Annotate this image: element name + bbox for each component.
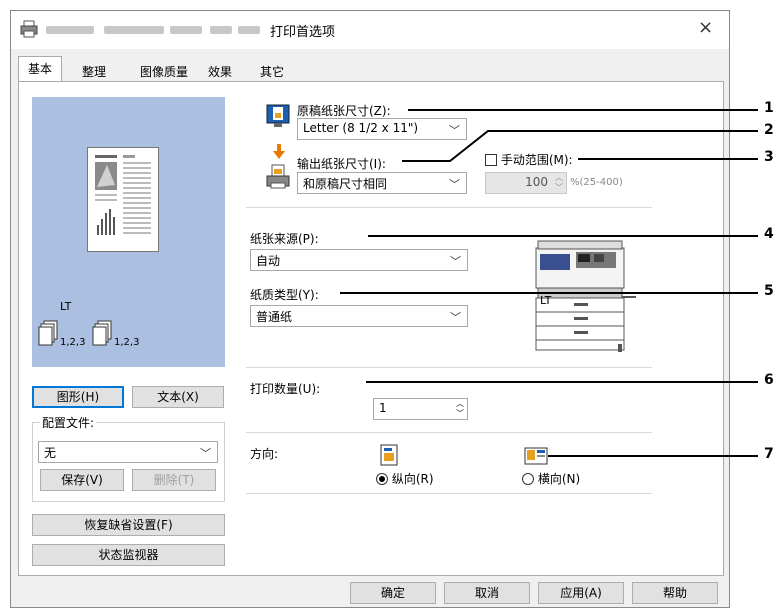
paper-type-value: 普通纸 bbox=[256, 310, 293, 324]
landscape-option[interactable]: 横向(N) bbox=[522, 470, 580, 487]
paper-source-value: 自动 bbox=[256, 254, 281, 268]
paper-source-select[interactable]: 自动 ﹀ bbox=[250, 249, 468, 271]
preview-paper-code: LT bbox=[60, 300, 72, 313]
landscape-radio[interactable] bbox=[522, 473, 534, 485]
portrait-label: 纵向(R) bbox=[391, 472, 434, 486]
callout-line-1 bbox=[408, 109, 758, 111]
tab-others[interactable]: 其它 bbox=[252, 60, 292, 82]
orientation-label: 方向: bbox=[250, 447, 279, 461]
tab-finishing[interactable]: 整理 bbox=[74, 60, 114, 82]
original-size-label: 原稿纸张尺寸(Z): bbox=[297, 104, 391, 118]
callout-number-4: 4 bbox=[764, 226, 774, 242]
separator bbox=[246, 207, 652, 208]
callout-number-5: 5 bbox=[764, 283, 774, 299]
callout-line-6 bbox=[366, 381, 758, 383]
paper-source-label: 纸张来源(P): bbox=[250, 232, 319, 246]
landscape-page-icon bbox=[524, 447, 548, 465]
profile-value: 无 bbox=[44, 446, 57, 460]
tab-basic[interactable]: 基本 bbox=[18, 56, 62, 82]
status-monitor-button[interactable]: 状态监视器 bbox=[32, 544, 225, 566]
chevron-down-icon: ﹀ bbox=[200, 447, 211, 460]
callout-number-7: 7 bbox=[764, 446, 774, 462]
apply-button[interactable]: 应用(A) bbox=[538, 582, 624, 604]
callout-line-3 bbox=[578, 158, 758, 160]
portrait-radio[interactable] bbox=[376, 473, 388, 485]
collate-stack-icon bbox=[92, 320, 112, 346]
save-profile-button[interactable]: 保存(V) bbox=[40, 469, 124, 491]
copies-value: 1 bbox=[379, 401, 387, 415]
redacted-printer-name bbox=[104, 26, 164, 34]
chevron-down-icon: ﹀ bbox=[450, 311, 461, 324]
down-arrow-icon bbox=[273, 144, 285, 159]
delete-profile-button[interactable]: 删除(T) bbox=[132, 469, 216, 491]
portrait-page-icon bbox=[380, 444, 398, 466]
printer-icon bbox=[20, 20, 38, 38]
redacted-printer-name bbox=[210, 26, 232, 34]
cancel-button[interactable]: 取消 bbox=[444, 582, 530, 604]
callout-number-6: 6 bbox=[764, 372, 774, 388]
spinner-arrows-icon[interactable]: ︿ ﹀ bbox=[456, 399, 464, 419]
callout-line-5 bbox=[340, 292, 758, 294]
chevron-down-icon: ﹀ bbox=[449, 178, 460, 191]
collate-stack-icon bbox=[38, 320, 58, 346]
portrait-option[interactable]: 纵向(R) bbox=[376, 470, 434, 487]
callout-line-4 bbox=[368, 235, 758, 237]
chevron-down-icon: ﹀ bbox=[450, 255, 461, 268]
profile-select[interactable]: 无 ﹀ bbox=[38, 441, 218, 463]
tab-image-quality[interactable]: 图像质量 bbox=[130, 60, 198, 82]
output-printer-icon bbox=[266, 164, 290, 189]
window-title: 打印首选项 bbox=[270, 25, 336, 40]
graphic-view-button[interactable]: 图形(H) bbox=[32, 386, 124, 408]
collate-label-1: 1,2,3 bbox=[60, 337, 86, 348]
separator bbox=[246, 493, 652, 494]
paper-type-select[interactable]: 普通纸 ﹀ bbox=[250, 305, 468, 327]
ok-button[interactable]: 确定 bbox=[350, 582, 436, 604]
landscape-label: 横向(N) bbox=[537, 472, 581, 486]
paper-type-label: 纸质类型(Y): bbox=[250, 288, 319, 302]
close-button[interactable]: × bbox=[698, 17, 713, 38]
tab-effect[interactable]: 效果 bbox=[200, 60, 240, 82]
zoom-input[interactable]: 100 ︿ ﹀ bbox=[485, 172, 567, 194]
redacted-printer-name bbox=[170, 26, 202, 34]
callout-number-3: 3 bbox=[764, 149, 774, 165]
callout-number-1: 1 bbox=[764, 100, 774, 116]
original-size-icon bbox=[266, 104, 290, 127]
profile-label: 配置文件: bbox=[40, 414, 97, 431]
spinner-arrows-icon[interactable]: ︿ ﹀ bbox=[555, 173, 563, 193]
redacted-printer-name bbox=[238, 26, 260, 34]
zoom-range-label: %(25-400) bbox=[570, 177, 623, 188]
copies-input[interactable]: 1 ︿ ﹀ bbox=[373, 398, 468, 420]
callout-line-7 bbox=[548, 455, 758, 457]
copies-label: 打印数量(U): bbox=[250, 382, 321, 396]
output-size-select[interactable]: 和原稿尺寸相同 ﹀ bbox=[297, 172, 467, 194]
output-size-value: 和原稿尺寸相同 bbox=[303, 177, 388, 191]
redacted-printer-name bbox=[46, 26, 94, 34]
restore-defaults-button[interactable]: 恢复缺省设置(F) bbox=[32, 514, 225, 536]
help-button[interactable]: 帮助 bbox=[632, 582, 718, 604]
callout-number-2: 2 bbox=[764, 122, 774, 138]
separator bbox=[246, 367, 652, 368]
tray-paper-code: LT bbox=[540, 294, 552, 307]
output-size-label: 输出纸张尺寸(I): bbox=[297, 157, 386, 171]
collate-label-2: 1,2,3 bbox=[114, 337, 140, 348]
separator bbox=[246, 432, 652, 433]
text-view-button[interactable]: 文本(X) bbox=[132, 386, 224, 408]
zoom-value: 100 bbox=[525, 175, 548, 189]
preview-page-content bbox=[95, 155, 151, 235]
